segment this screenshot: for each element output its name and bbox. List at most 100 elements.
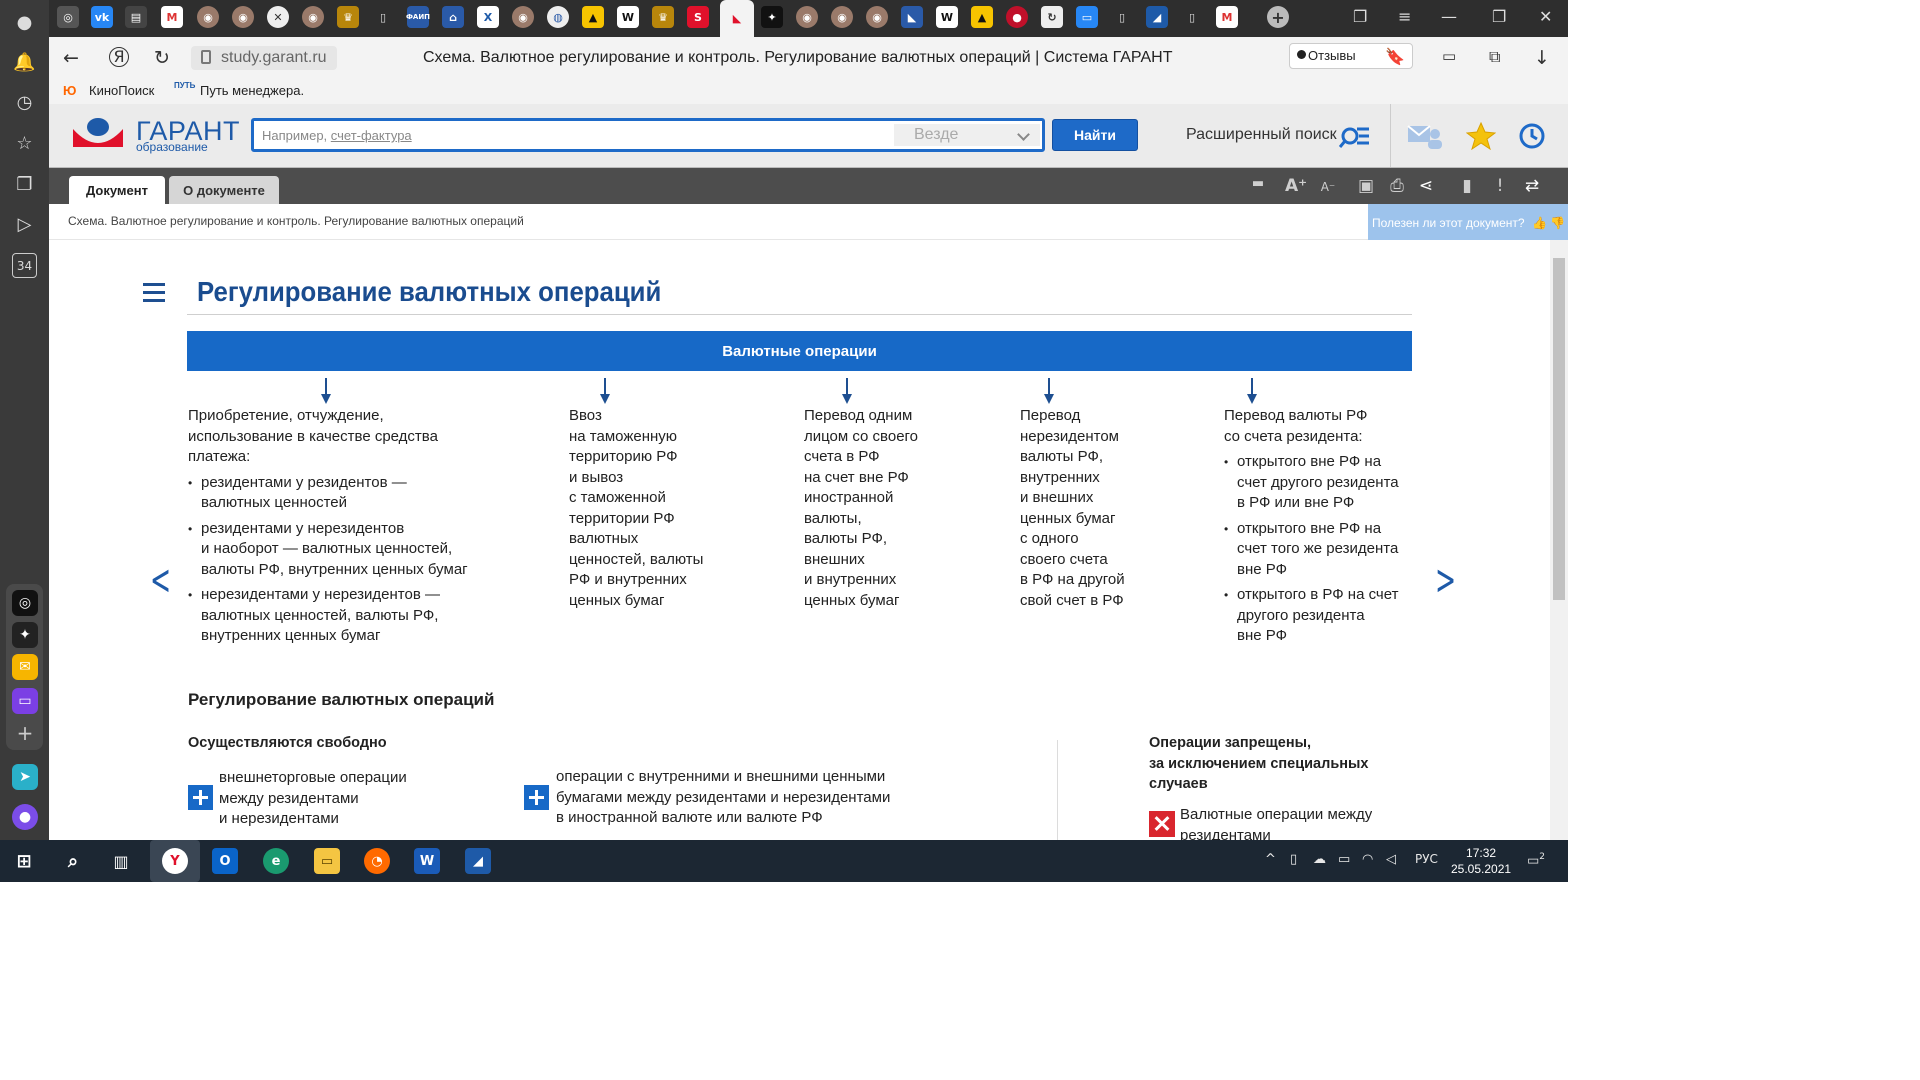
- font-decrease-icon[interactable]: A⁻: [1317, 180, 1339, 200]
- scrollbar-thumb[interactable]: [1553, 258, 1565, 600]
- vk-tab-icon[interactable]: vk: [91, 6, 113, 28]
- font-increase-icon[interactable]: A⁺: [1285, 176, 1307, 196]
- edge-icon[interactable]: e: [263, 848, 289, 874]
- tab-icon[interactable]: ◣: [901, 6, 923, 28]
- emblem-tab-icon[interactable]: ♛: [652, 6, 674, 28]
- tray-device-icon[interactable]: ▯: [1290, 852, 1297, 867]
- sparkle-app-icon[interactable]: ✦: [12, 622, 38, 648]
- file-explorer-icon[interactable]: ▭: [314, 848, 340, 874]
- expand-plus-icon[interactable]: [188, 785, 213, 810]
- windows-start-icon[interactable]: ⊞: [11, 848, 37, 874]
- print-icon[interactable]: ⎙: [1386, 176, 1408, 196]
- find-button[interactable]: Найти: [1052, 119, 1138, 151]
- browser-menu-icon[interactable]: ≡: [1398, 7, 1411, 26]
- badge-count[interactable]: 34: [12, 253, 37, 278]
- tab-icon[interactable]: ◍: [547, 6, 569, 28]
- bookmark-icon[interactable]: 🔖: [1385, 47, 1405, 66]
- info-icon[interactable]: !: [1489, 176, 1511, 196]
- battery-tray-icon[interactable]: ▭: [1338, 852, 1350, 867]
- emblem-tab-icon[interactable]: ♛: [337, 6, 359, 28]
- tab-icon[interactable]: ◉: [866, 6, 888, 28]
- minimize-icon[interactable]: —: [1441, 7, 1457, 26]
- language-indicator[interactable]: РУС: [1415, 852, 1438, 866]
- media-player-icon[interactable]: ◔: [364, 848, 390, 874]
- advanced-search-icon[interactable]: [1339, 122, 1369, 150]
- messenger-app-icon[interactable]: ▭: [12, 688, 38, 714]
- yandex-browser-taskbar-icon[interactable]: Y: [150, 840, 200, 882]
- tab-icon[interactable]: ◢: [1146, 6, 1168, 28]
- tab-document[interactable]: Документ: [69, 176, 165, 205]
- bookmark-doc-icon[interactable]: ▮: [1456, 176, 1478, 196]
- tab-icon[interactable]: ●: [1006, 6, 1028, 28]
- tab-icon[interactable]: ▲: [582, 6, 604, 28]
- tab-icon[interactable]: ↻: [1041, 6, 1063, 28]
- onedrive-icon[interactable]: ☁: [1313, 852, 1326, 867]
- bookmark-kinopoisk[interactable]: КиноПоиск: [89, 83, 154, 98]
- extensions-icon[interactable]: ⧉: [1489, 47, 1500, 67]
- gmail-tab-icon[interactable]: M: [161, 6, 183, 28]
- notifications-icon[interactable]: ▭2: [1527, 852, 1545, 868]
- messages-icon[interactable]: [1407, 122, 1443, 150]
- bell-icon[interactable]: 🔔: [12, 50, 37, 75]
- forbidden-x-icon[interactable]: [1149, 811, 1175, 837]
- tab-about-document[interactable]: О документе: [169, 176, 279, 205]
- star-icon[interactable]: ☆: [12, 131, 37, 156]
- wifi-icon[interactable]: ◠: [1362, 852, 1373, 867]
- url-field[interactable]: study.garant.ru: [191, 46, 337, 70]
- thumbs-down-icon[interactable]: 👎: [1550, 216, 1565, 230]
- battery-icon[interactable]: ▭: [1442, 47, 1456, 65]
- app-taskbar-icon[interactable]: ◢: [465, 848, 491, 874]
- bookmark-manager-path[interactable]: Путь менеджера.: [200, 83, 304, 98]
- search-scope-dropdown[interactable]: Везде: [894, 124, 1040, 146]
- tab-icon[interactable]: ◉: [512, 6, 534, 28]
- history-clock-icon[interactable]: [1517, 122, 1547, 150]
- volume-icon[interactable]: ◁: [1386, 852, 1396, 867]
- doc-tab-icon[interactable]: ▯: [1181, 6, 1203, 28]
- play-icon[interactable]: ▷: [12, 212, 37, 237]
- advanced-search-link[interactable]: Расширенный поиск: [1186, 126, 1337, 144]
- tab-icon[interactable]: ✕: [267, 6, 289, 28]
- tab-icon[interactable]: ◉: [197, 6, 219, 28]
- tab-icon[interactable]: ◉: [302, 6, 324, 28]
- back-icon[interactable]: ←: [63, 47, 79, 69]
- search-placeholder[interactable]: Например, счет-фактура: [262, 128, 412, 143]
- outlook-icon[interactable]: O: [212, 848, 238, 874]
- assistant-app-icon[interactable]: ●: [12, 804, 38, 830]
- tab-icon[interactable]: ◎: [57, 6, 79, 28]
- tab-icon[interactable]: ◉: [232, 6, 254, 28]
- tab-icon[interactable]: ▤: [125, 6, 147, 28]
- add-app-icon[interactable]: +: [12, 720, 38, 746]
- search-box[interactable]: Например, счет-фактура Везде: [251, 118, 1045, 152]
- maximize-icon[interactable]: ❐: [1492, 7, 1506, 26]
- scrollbar[interactable]: [1550, 240, 1568, 840]
- yandex-icon[interactable]: Я: [109, 47, 129, 67]
- tray-chevron-icon[interactable]: ^: [1265, 852, 1276, 867]
- tab-icon[interactable]: ✦: [761, 6, 783, 28]
- tab-icon[interactable]: ◉: [796, 6, 818, 28]
- gmail-tab-icon[interactable]: M: [1216, 6, 1238, 28]
- save-icon[interactable]: ▣: [1355, 176, 1377, 196]
- tab-icon[interactable]: S: [687, 6, 709, 28]
- new-tab-icon[interactable]: +: [1267, 6, 1289, 28]
- tab-icon[interactable]: X: [477, 6, 499, 28]
- clock[interactable]: 17:32 25.05.2021: [1451, 845, 1511, 877]
- close-icon[interactable]: ✕: [1539, 7, 1552, 26]
- word-icon[interactable]: W: [414, 848, 440, 874]
- history-icon[interactable]: ◷: [12, 90, 37, 115]
- search-icon[interactable]: ⌕: [60, 848, 86, 874]
- tab-icon[interactable]: ФАИП: [406, 6, 430, 28]
- hamburger-menu-icon[interactable]: [143, 283, 165, 303]
- thumbs-up-icon[interactable]: 👍: [1532, 216, 1547, 230]
- profile-icon[interactable]: ●: [12, 10, 37, 35]
- doc-tab-icon[interactable]: ▯: [372, 6, 394, 28]
- reload-icon[interactable]: ↻: [154, 47, 170, 69]
- garant-logo-icon[interactable]: [71, 117, 125, 151]
- send-app-icon[interactable]: ➤: [12, 764, 38, 790]
- wikipedia-tab-icon[interactable]: W: [617, 6, 639, 28]
- tab-icon[interactable]: ⌂: [442, 6, 464, 28]
- task-view-icon[interactable]: ▥: [108, 848, 134, 874]
- share-icon[interactable]: ⋖: [1415, 176, 1437, 196]
- mail-app-icon[interactable]: ✉: [12, 654, 38, 680]
- tab-icon[interactable]: ▲: [971, 6, 993, 28]
- tab-icon[interactable]: ▭: [1076, 6, 1098, 28]
